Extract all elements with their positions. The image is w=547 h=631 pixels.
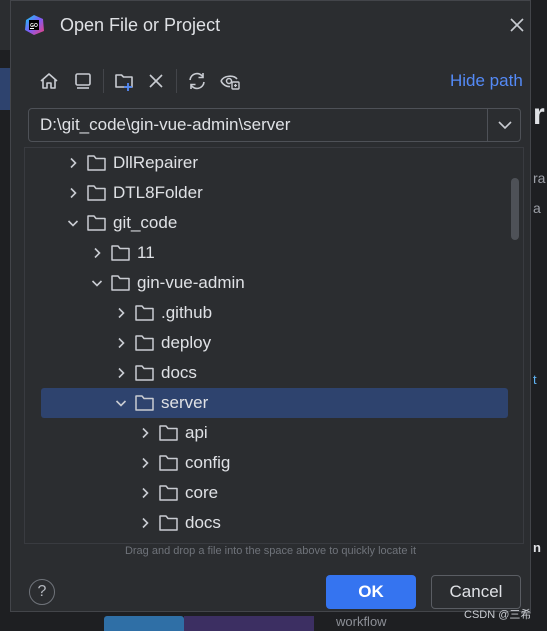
delete-icon[interactable]	[145, 70, 167, 92]
folder-icon	[111, 245, 130, 261]
tree-row-label: docs	[161, 363, 197, 382]
chevron-right-icon[interactable]	[139, 517, 151, 529]
tree-row-label: docs	[185, 513, 221, 532]
folder-icon	[159, 425, 178, 441]
chevron-right-icon[interactable]	[115, 307, 127, 319]
tree-row[interactable]: DTL8Folder	[25, 178, 495, 208]
chevron-down-icon[interactable]	[91, 277, 103, 289]
home-icon[interactable]	[38, 70, 60, 92]
tree-row[interactable]: config	[25, 448, 495, 478]
tree-row[interactable]: server	[41, 388, 508, 418]
folder-icon	[159, 515, 178, 531]
refresh-icon[interactable]	[186, 70, 208, 92]
watermark: CSDN @三希	[464, 609, 532, 621]
hide-path-link[interactable]: Hide path	[450, 71, 523, 91]
desktop-icon[interactable]	[72, 70, 94, 92]
tree-row[interactable]: api	[25, 418, 495, 448]
chevron-right-icon[interactable]	[139, 457, 151, 469]
tree-row-label: gin-vue-admin	[137, 273, 245, 292]
tree-row[interactable]: .github	[25, 298, 495, 328]
drag-drop-hint: Drag and drop a file into the space abov…	[124, 545, 417, 557]
chevron-down-icon[interactable]	[115, 397, 127, 409]
chevron-down-icon[interactable]	[67, 217, 79, 229]
folder-icon	[87, 185, 106, 201]
background-selection	[0, 68, 10, 110]
tree-row-label: DTL8Folder	[113, 183, 203, 202]
folder-icon	[135, 305, 154, 321]
folder-icon	[87, 215, 106, 231]
tree-scrollbar[interactable]	[511, 178, 519, 240]
folder-icon	[111, 275, 130, 291]
tree-row[interactable]: DllRepairer	[25, 148, 495, 178]
cancel-button[interactable]: Cancel	[431, 575, 521, 609]
toolbar-separator	[103, 69, 104, 93]
chevron-down-icon	[498, 121, 512, 130]
folder-icon	[159, 485, 178, 501]
chevron-right-icon[interactable]	[91, 247, 103, 259]
tree-row-label: git_code	[113, 213, 178, 232]
tree-row-label: api	[185, 423, 208, 442]
folder-icon	[159, 455, 178, 471]
close-icon[interactable]	[507, 15, 527, 35]
tree-row[interactable]: docs	[25, 508, 495, 538]
tree-row-label: core	[185, 483, 219, 502]
tree-row[interactable]: git_code	[25, 208, 495, 238]
tree-row[interactable]: gin-vue-admin	[25, 268, 495, 298]
open-file-dialog: GO Open File or Project Hide path D:\git…	[10, 0, 531, 612]
file-tree[interactable]: DllRepairer DTL8Folder git_code 11 gin-vue-a…	[24, 147, 524, 544]
path-dropdown-button[interactable]	[487, 109, 522, 141]
toolbar-separator	[176, 69, 177, 93]
chevron-right-icon[interactable]	[115, 337, 127, 349]
chevron-right-icon[interactable]	[115, 367, 127, 379]
toolbar: Hide path	[11, 65, 530, 99]
tree-row[interactable]: deploy	[25, 328, 495, 358]
folder-icon	[135, 395, 154, 411]
tree-row-label: .github	[161, 303, 213, 322]
folder-icon	[87, 155, 106, 171]
tree-row-label: config	[185, 453, 231, 472]
tree-row-label: deploy	[161, 333, 212, 352]
help-button[interactable]: ?	[29, 579, 55, 605]
tree-row-label: server	[161, 393, 209, 412]
dialog-title: Open File or Project	[60, 15, 221, 35]
dialog-titlebar: GO Open File or Project	[11, 1, 530, 49]
path-input[interactable]	[30, 110, 484, 140]
tree-row-label: 11	[137, 243, 155, 262]
tree-row[interactable]: docs	[25, 358, 495, 388]
folder-icon	[135, 365, 154, 381]
show-hidden-icon[interactable]	[219, 70, 241, 92]
new-folder-icon[interactable]	[113, 70, 135, 92]
chevron-right-icon[interactable]	[67, 157, 79, 169]
tree-row[interactable]: 11	[25, 238, 495, 268]
chevron-right-icon[interactable]	[67, 187, 79, 199]
ok-button[interactable]: OK	[326, 575, 416, 609]
folder-icon	[135, 335, 154, 351]
tree-row[interactable]: core	[25, 478, 495, 508]
background-ide-left	[0, 50, 10, 631]
chevron-right-icon[interactable]	[139, 487, 151, 499]
chevron-right-icon[interactable]	[139, 427, 151, 439]
goland-icon: GO	[25, 15, 44, 35]
tree-row-label: DllRepairer	[113, 153, 199, 172]
background-ide-right: r ra a t n	[531, 0, 547, 631]
path-field	[28, 108, 521, 142]
